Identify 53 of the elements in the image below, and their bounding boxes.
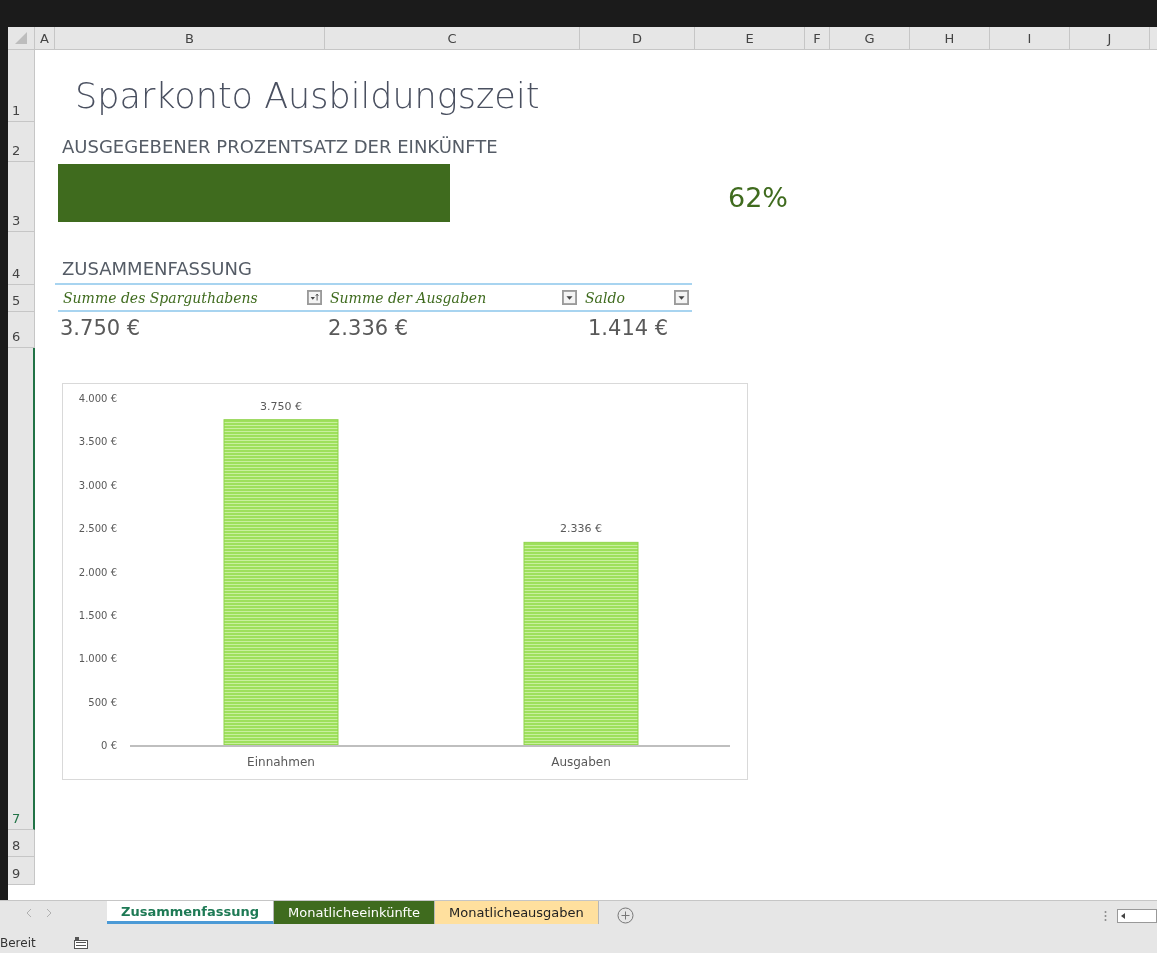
table-header: Summe der Ausgaben — [330, 289, 487, 306]
data-label: 2.336 € — [560, 522, 602, 536]
row-header[interactable]: 6 — [8, 312, 35, 348]
table-cell-text: 1.414 € — [587, 315, 670, 342]
axis-tick-label: 2.000 € — [78, 566, 117, 578]
axis-tick-label: 0 € — [101, 740, 117, 751]
add-sheet-icon[interactable] — [616, 907, 634, 924]
axis-tick-label: 500 € — [88, 696, 117, 708]
table-cell-text: 2.336 € — [327, 315, 410, 342]
status-text: Bereit — [0, 936, 36, 950]
column-header[interactable]: F — [805, 27, 830, 49]
section-heading: ZUSAMMENFASSUNG — [55, 232, 692, 285]
row-header[interactable]: 7 — [8, 348, 35, 830]
column-header[interactable]: C — [325, 27, 580, 49]
axis-tick-label: 2.500 € — [78, 523, 117, 535]
percentage-value: 62% — [727, 181, 789, 215]
table-header: Summe des Sparguthabens — [63, 289, 258, 306]
filter-dropdown-icon[interactable] — [674, 290, 689, 305]
more-icon[interactable] — [1104, 910, 1107, 922]
table-header: Saldo — [585, 289, 625, 306]
section-heading: AUSGEGEBENER PROZENTSATZ DER EINKÜNFTE — [61, 135, 499, 159]
column-header[interactable]: E — [695, 27, 805, 49]
axis-tick-label: 3.500 € — [78, 436, 117, 448]
axis-tick-label: 4.000 € — [78, 393, 117, 404]
sheet-title: Sparkonto Ausbildungszeit — [74, 75, 541, 118]
column-header[interactable]: A — [35, 27, 55, 49]
column-header[interactable]: J — [1070, 27, 1150, 49]
data-label: 3.750 € — [260, 399, 302, 413]
filter-dropdown-icon[interactable] — [562, 290, 577, 305]
column-header[interactable]: H — [910, 27, 990, 49]
column-header[interactable]: D — [580, 27, 695, 49]
row-header[interactable]: 4 — [8, 232, 35, 285]
axis-tick-label: 1.500 € — [78, 609, 117, 621]
sheet-tab[interactable]: Monatlicheeinkünfte — [274, 901, 436, 924]
row-header[interactable]: 8 — [8, 830, 35, 857]
axis-tick-label: 1.000 € — [78, 653, 117, 665]
sheet-tab[interactable]: Zusammenfassung — [107, 901, 275, 924]
column-header[interactable]: G — [830, 27, 910, 49]
macro-record-icon[interactable] — [73, 937, 88, 949]
category-label: Einnahmen — [247, 755, 315, 769]
sheet-tab[interactable]: Monatlicheausgaben — [435, 901, 599, 924]
row-header[interactable]: 2 — [8, 122, 35, 162]
sort-filter-icon[interactable] — [307, 290, 322, 305]
column-header[interactable]: I — [990, 27, 1070, 49]
row-header[interactable]: 5 — [8, 285, 35, 312]
table-cell-text: 3.750 € — [59, 315, 142, 342]
row-header[interactable]: 9 — [8, 857, 35, 885]
row-header[interactable]: 1 — [8, 50, 35, 122]
horizontal-scrollbar[interactable] — [1117, 909, 1157, 923]
category-label: Ausgaben — [551, 755, 611, 769]
row-header[interactable]: 3 — [8, 162, 35, 232]
axis-tick-label: 3.000 € — [78, 479, 117, 491]
column-header[interactable]: B — [55, 27, 325, 49]
